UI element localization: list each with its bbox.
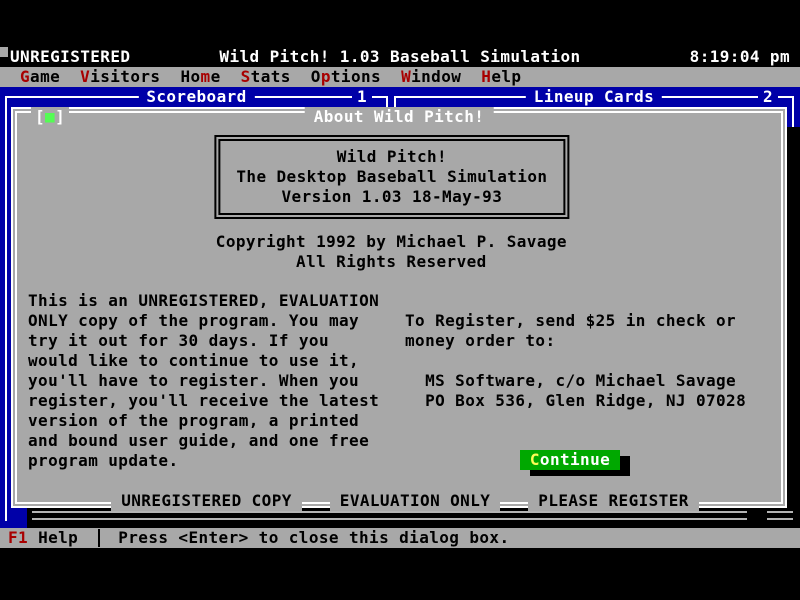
footer-evaluation-only: EVALUATION ONLY <box>330 491 501 511</box>
window-scoreboard-title: Scoreboard <box>138 87 254 107</box>
f1-help-key[interactable]: F1 <box>8 528 28 548</box>
footer-unregistered-copy: UNREGISTERED COPY <box>111 491 302 511</box>
registration-address-text: To Register, send $25 in check or money … <box>405 311 746 411</box>
status-bar: F1 Help Press <Enter> to close this dial… <box>0 528 800 548</box>
window-lineup-cards-number: 2 <box>758 87 778 107</box>
dos-screen: { "colors": { "blue": "#0000A8", "gray":… <box>0 0 800 600</box>
about-dialog: [■] About Wild Pitch! Wild Pitch! The De… <box>11 107 787 508</box>
title-bar: UNREGISTERED Wild Pitch! 1.03 Baseball S… <box>0 47 800 67</box>
menu-item-home[interactable]: Home <box>180 67 220 87</box>
window-bottom-frame-corner <box>767 511 793 520</box>
desktop: Scoreboard 1 Lineup Cards 2 [■] About Wi… <box>0 87 800 528</box>
window-bottom-frame <box>32 511 747 520</box>
continue-button[interactable]: Continue <box>520 450 620 470</box>
dialog-shadow-right <box>787 127 800 528</box>
status-message: Press <Enter> to close this dialog box. <box>118 528 509 548</box>
dialog-footer: UNREGISTERED COPY EVALUATION ONLY PLEASE… <box>11 491 799 511</box>
menu-bar: Game Visitors Home Stats Options Window … <box>0 67 800 87</box>
evaluation-notice-text: This is an UNREGISTERED, EVALUATION ONLY… <box>28 291 379 471</box>
menu-item-window[interactable]: Window <box>401 67 461 87</box>
close-icon: ■ <box>45 107 55 126</box>
close-button[interactable]: [■] <box>31 107 69 127</box>
dialog-title: About Wild Pitch! <box>305 107 494 127</box>
dos-text-screen: UNREGISTERED Wild Pitch! 1.03 Baseball S… <box>0 47 800 548</box>
window-scoreboard-number: 1 <box>352 87 372 107</box>
app-title: Wild Pitch! 1.03 Baseball Simulation <box>0 47 800 67</box>
menu-item-stats[interactable]: Stats <box>241 67 291 87</box>
status-separator <box>98 529 100 547</box>
about-version-box: Wild Pitch! The Desktop Baseball Simulat… <box>214 135 569 219</box>
menu-item-visitors[interactable]: Visitors <box>80 67 160 87</box>
menu-item-help[interactable]: Help <box>481 67 521 87</box>
menu-item-game[interactable]: Game <box>20 67 60 87</box>
f1-help-label[interactable]: Help <box>38 528 78 548</box>
menu-item-options[interactable]: Options <box>311 67 381 87</box>
clock: 8:19:04 pm <box>690 47 790 67</box>
window-lineup-cards-title: Lineup Cards <box>526 87 662 107</box>
footer-please-register: PLEASE REGISTER <box>528 491 699 511</box>
copyright-text: Copyright 1992 by Michael P. Savage All … <box>17 232 766 272</box>
dialog-shadow-bottom <box>27 508 800 528</box>
